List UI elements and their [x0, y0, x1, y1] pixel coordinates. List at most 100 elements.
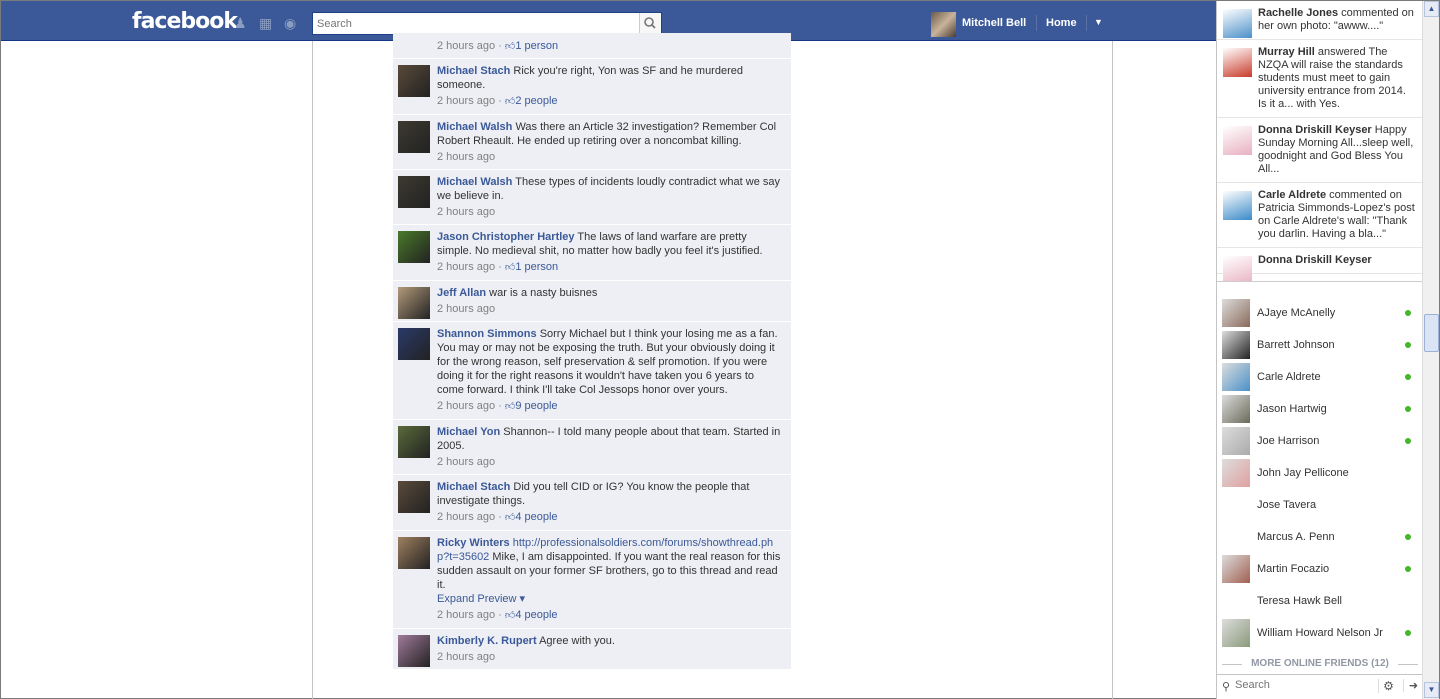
comment-text: Agree with you. — [539, 635, 615, 647]
ticker-story[interactable]: Rachelle Jones commented on her own phot… — [1217, 1, 1423, 40]
commenter-avatar[interactable] — [398, 287, 430, 319]
chat-search-input[interactable] — [1235, 679, 1365, 691]
notifications-globe-icon[interactable]: ◉ — [284, 16, 300, 30]
gear-icon[interactable]: ⚙ — [1378, 679, 1398, 693]
comment-timestamp[interactable]: 2 hours ago — [437, 40, 495, 52]
comment-timestamp[interactable]: 2 hours ago — [437, 261, 495, 273]
comment-timestamp[interactable]: 2 hours ago — [437, 303, 495, 315]
comment-timestamp[interactable]: 2 hours ago — [437, 609, 495, 621]
expand-preview-link[interactable]: Expand Preview ▾ — [437, 592, 783, 606]
ticker-actor-name[interactable]: Carle Aldrete — [1258, 189, 1326, 201]
comment-body: Michael Stach Rick you're right, Yon was… — [437, 64, 783, 92]
comment-timestamp[interactable]: 2 hours ago — [437, 151, 495, 163]
messages-icon[interactable]: ▦ — [259, 16, 275, 30]
comment-likes-link[interactable]: 4 people — [515, 609, 557, 621]
commenter-avatar[interactable] — [398, 426, 430, 458]
comment-author[interactable]: Michael Yon — [437, 426, 500, 438]
comment-timestamp[interactable]: 2 hours ago — [437, 511, 495, 523]
comment-timestamp[interactable]: 2 hours ago — [437, 400, 495, 412]
facebook-logo[interactable]: facebook — [132, 9, 238, 34]
comment-author[interactable]: Jason Christopher Hartley — [437, 231, 575, 243]
comment-meta: 2 hours ago · 👍︎4 people — [437, 511, 558, 523]
chat-friend[interactable]: Jason Hartwig — [1217, 393, 1423, 425]
comment-author[interactable]: Kimberly K. Rupert — [437, 635, 537, 647]
comment-timestamp[interactable]: 2 hours ago — [437, 206, 495, 218]
chat-friend[interactable]: Marcus A. Penn — [1217, 521, 1423, 553]
commenter-avatar[interactable] — [398, 635, 430, 667]
comment-author[interactable]: Michael Stach — [437, 481, 510, 493]
online-status-icon — [1405, 630, 1411, 636]
comment-body: Ricky Winters http://professionalsoldier… — [437, 536, 783, 592]
comment-meta: 2 hours ago · 👍︎4 people — [437, 609, 558, 621]
comment-row: Jason Christopher Hartley The laws of la… — [393, 225, 791, 281]
commenter-avatar[interactable] — [398, 65, 430, 97]
comment-author[interactable]: Michael Walsh — [437, 176, 512, 188]
ticker-story[interactable]: Donna Driskill Keyser Happy Sunday Morni… — [1217, 118, 1423, 183]
ticker-avatar — [1223, 191, 1252, 220]
ticker-actor-name[interactable]: Murray Hill — [1258, 46, 1315, 58]
ticker-avatar — [1223, 9, 1252, 38]
friend-name: Carle Aldrete — [1257, 371, 1321, 383]
ticker-avatar — [1223, 48, 1252, 77]
scroll-down-icon[interactable]: ▼ — [1424, 682, 1439, 698]
chat-sidebar: Rachelle Jones commented on her own phot… — [1216, 1, 1423, 699]
scroll-thumb[interactable] — [1424, 314, 1439, 352]
chat-friend[interactable]: AJaye McAnelly — [1217, 297, 1423, 329]
search-button[interactable] — [639, 13, 661, 34]
commenter-avatar[interactable] — [398, 328, 430, 360]
comment-author[interactable]: Shannon Simmons — [437, 328, 537, 340]
user-avatar[interactable] — [931, 12, 956, 37]
comment-likes-link[interactable]: 2 people — [515, 95, 557, 107]
page-scrollbar[interactable]: ▲ ▼ — [1422, 1, 1439, 699]
commenter-avatar[interactable] — [398, 176, 430, 208]
ticker-story[interactable]: Carle Aldrete commented on Patricia Simm… — [1217, 183, 1423, 248]
ticker-actor-name[interactable]: Rachelle Jones — [1258, 7, 1338, 19]
comment-likes-link[interactable]: 1 person — [515, 261, 558, 273]
ticker-actor-name[interactable]: Donna Driskill Keyser — [1258, 254, 1372, 266]
comment-row: Shannon Simmons Sorry Michael but I thin… — [393, 322, 791, 420]
comment-row: Michael Yon Shannon-- I told many people… — [393, 420, 791, 475]
chat-friend[interactable]: Teresa Hawk Bell — [1217, 585, 1423, 617]
chat-friend[interactable]: Joe Harrison — [1217, 425, 1423, 457]
commenter-avatar[interactable] — [398, 537, 430, 569]
online-status-icon — [1405, 374, 1411, 380]
scroll-up-icon[interactable]: ▲ — [1424, 1, 1439, 17]
search-input[interactable] — [313, 13, 635, 34]
commenter-avatar[interactable] — [398, 231, 430, 263]
popout-icon[interactable]: ➜ — [1403, 679, 1423, 692]
comment-author[interactable]: Jeff Allan — [437, 287, 486, 299]
comment-meta: 2 hours ago · 👍︎1 person — [437, 261, 559, 273]
chat-friend[interactable]: Carle Aldrete — [1217, 361, 1423, 393]
comment-timestamp[interactable]: 2 hours ago — [437, 651, 495, 663]
comment-likes-link[interactable]: 4 people — [515, 511, 557, 523]
comment-likes-link[interactable]: 1 person — [515, 40, 558, 52]
profile-link[interactable]: Mitchell Bell — [962, 17, 1026, 29]
comment-timestamp[interactable]: 2 hours ago — [437, 456, 495, 468]
comment-author[interactable]: Ricky Winters — [437, 537, 510, 549]
comment-author[interactable]: Michael Stach — [437, 65, 510, 77]
more-online-friends[interactable]: MORE ONLINE FRIENDS (12) — [1217, 658, 1423, 669]
online-status-icon — [1405, 342, 1411, 348]
friend-avatar — [1222, 555, 1250, 583]
friend-requests-icon[interactable]: ♟ — [234, 16, 250, 30]
friend-name: Jose Tavera — [1257, 499, 1317, 511]
friend-name: John Jay Pellicone — [1257, 467, 1349, 479]
chat-friend[interactable]: Martin Focazio — [1217, 553, 1423, 585]
chat-friend[interactable]: Jose Tavera — [1217, 489, 1423, 521]
ticker-actor-name[interactable]: Donna Driskill Keyser — [1258, 124, 1372, 136]
ticker: Rachelle Jones commented on her own phot… — [1217, 1, 1423, 282]
account-menu-icon[interactable]: ▼ — [1094, 17, 1103, 27]
chat-friend[interactable]: John Jay Pellicone — [1217, 457, 1423, 489]
comment-likes-link[interactable]: 9 people — [515, 400, 557, 412]
ticker-story[interactable]: Donna Driskill Keyser — [1217, 248, 1423, 281]
home-link[interactable]: Home — [1046, 17, 1077, 29]
ticker-story[interactable]: Murray Hill answered The NZQA will raise… — [1217, 40, 1423, 118]
comment-timestamp[interactable]: 2 hours ago — [437, 95, 495, 107]
comment-text: war is a nasty buisnes — [489, 287, 598, 299]
commenter-avatar[interactable] — [398, 121, 430, 153]
like-thumb-icon: 👍︎ — [504, 262, 516, 273]
comment-author[interactable]: Michael Walsh — [437, 121, 512, 133]
chat-friend[interactable]: Barrett Johnson — [1217, 329, 1423, 361]
chat-friend[interactable]: William Howard Nelson Jr — [1217, 617, 1423, 649]
commenter-avatar[interactable] — [398, 481, 430, 513]
